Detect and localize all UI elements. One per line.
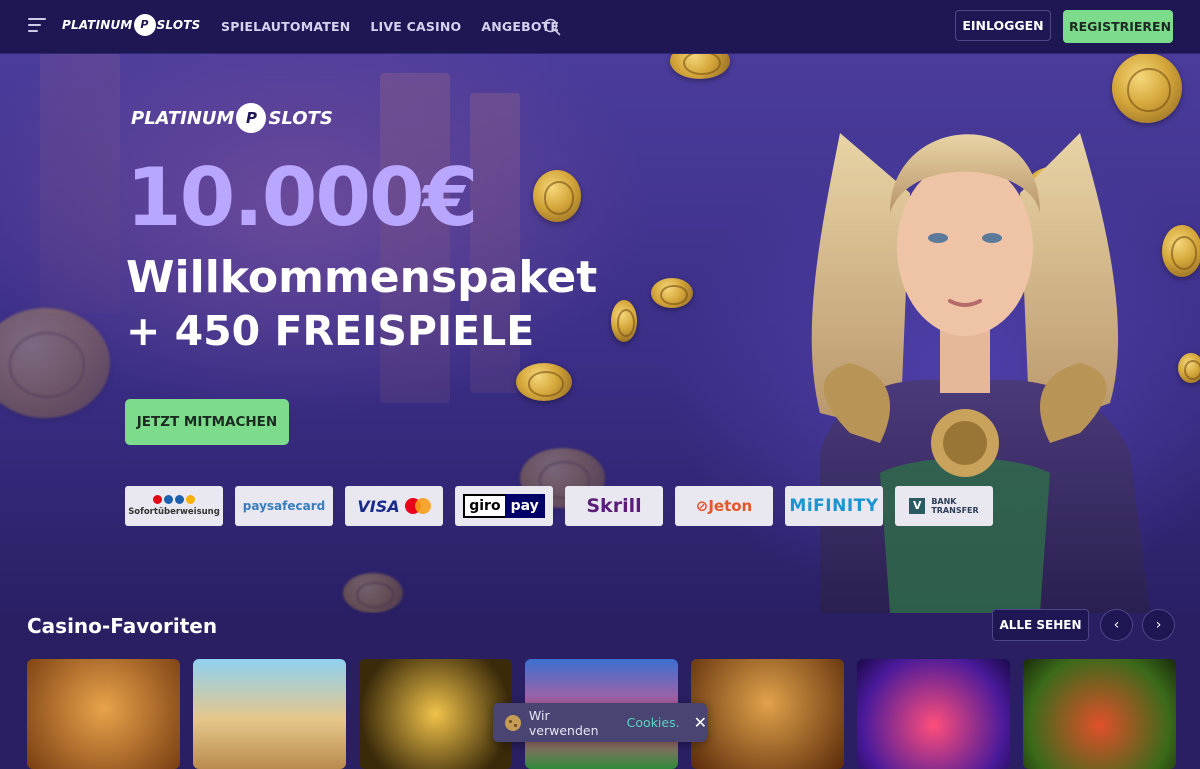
coin-decoration — [516, 363, 572, 401]
register-button[interactable]: REGISTRIEREN — [1063, 10, 1173, 43]
hero-character-illustration — [811, 133, 1150, 613]
mastercard-icon — [404, 498, 431, 514]
payment-methods: Sofortüberweisung paysafecard VISA giro … — [125, 486, 993, 526]
payment-jeton: ⊘ Jeton — [675, 486, 773, 526]
game-tile[interactable] — [193, 659, 346, 769]
bank-label-1: BANK — [931, 497, 957, 506]
payment-giropay: giro pay — [455, 486, 553, 526]
coin-decoration — [670, 53, 730, 79]
logo-text-2: SLOTS — [156, 18, 201, 32]
site-logo[interactable]: PLATINUM P SLOTS — [62, 16, 200, 34]
bank-icon: V — [909, 498, 926, 514]
payment-bank-label: BANK TRANSFER — [931, 497, 978, 515]
payment-skrill-label: Skrill — [586, 495, 642, 517]
hero-logo-text-2: SLOTS — [268, 107, 333, 129]
payment-jeton-label: Jeton — [708, 497, 753, 515]
payment-visa-label: VISA — [357, 496, 400, 516]
game-tile[interactable] — [359, 659, 512, 769]
payment-skrill: Skrill — [565, 486, 663, 526]
coin-decoration — [611, 300, 637, 342]
payment-sofort-label: Sofortüberweisung — [128, 507, 220, 517]
see-all-button[interactable]: ALLE SEHEN — [992, 609, 1089, 641]
game-tile[interactable] — [691, 659, 844, 769]
payment-mifinity: MiFINITY — [785, 486, 883, 526]
game-tile[interactable] — [857, 659, 1010, 769]
cookie-text: Wir verwenden — [528, 707, 599, 738]
bonus-freespins: + 450 FREISPIELE — [126, 307, 535, 355]
coin-decoration — [651, 278, 693, 308]
bonus-amount: 10.000€ — [126, 151, 478, 244]
join-now-button[interactable]: JETZT MITMACHEN — [125, 399, 289, 445]
coin-decoration — [533, 170, 581, 222]
search-icon[interactable] — [543, 18, 561, 36]
bank-label-2: TRANSFER — [931, 506, 979, 515]
hero-banner: PLATINUM P SLOTS 10.000€ Willkommenspake… — [0, 53, 1200, 613]
menu-icon[interactable] — [28, 18, 46, 34]
cookie-banner: Wir verwenden Cookies. ✕ — [493, 703, 707, 742]
background-pillar — [40, 53, 120, 313]
nav-live-casino[interactable]: LIVE CASINO — [370, 19, 461, 34]
chevron-right-icon[interactable]: › — [1142, 609, 1175, 641]
hero-logo-text: PLATINUM — [131, 107, 235, 129]
payment-bank-transfer: V BANK TRANSFER — [895, 486, 993, 526]
hero-logo-gear-icon: P — [238, 105, 265, 131]
chevron-left-icon[interactable]: ‹ — [1100, 609, 1133, 641]
payment-paysafecard-label: paysafecard — [242, 499, 326, 513]
giropay-giro: giro — [463, 494, 505, 518]
hero-logo: PLATINUM P SLOTS — [131, 105, 333, 131]
coin-decoration — [343, 573, 403, 613]
login-button[interactable]: EINLOGGEN — [955, 10, 1051, 41]
logo-text: PLATINUM — [62, 18, 133, 32]
jeton-icon: ⊘ — [695, 497, 709, 515]
cookie-link[interactable]: Cookies. — [627, 715, 680, 730]
payment-mifinity-label: MiFINITY — [789, 496, 879, 516]
payment-sofort: Sofortüberweisung — [125, 486, 223, 526]
game-tile[interactable] — [1023, 659, 1176, 769]
bonus-title: Willkommenspaket — [126, 252, 598, 303]
payment-paysafecard: paysafecard — [235, 486, 333, 526]
cookie-icon — [505, 714, 521, 731]
favorites-title: Casino-Favoriten — [27, 614, 218, 638]
close-icon[interactable]: ✕ — [694, 713, 707, 732]
sofort-logo-icon — [153, 495, 195, 504]
giropay-pay: pay — [504, 494, 545, 518]
logo-gear-icon: P — [135, 16, 154, 34]
payment-visa-mastercard: VISA — [345, 486, 443, 526]
game-tile[interactable] — [27, 659, 180, 769]
coin-decoration — [0, 308, 110, 418]
main-nav: SPIELAUTOMATEN LIVE CASINO ANGEBOTE — [221, 19, 559, 34]
nav-spielautomaten[interactable]: SPIELAUTOMATEN — [221, 19, 350, 34]
top-navigation: PLATINUM P SLOTS SPIELAUTOMATEN LIVE CAS… — [0, 0, 1200, 54]
